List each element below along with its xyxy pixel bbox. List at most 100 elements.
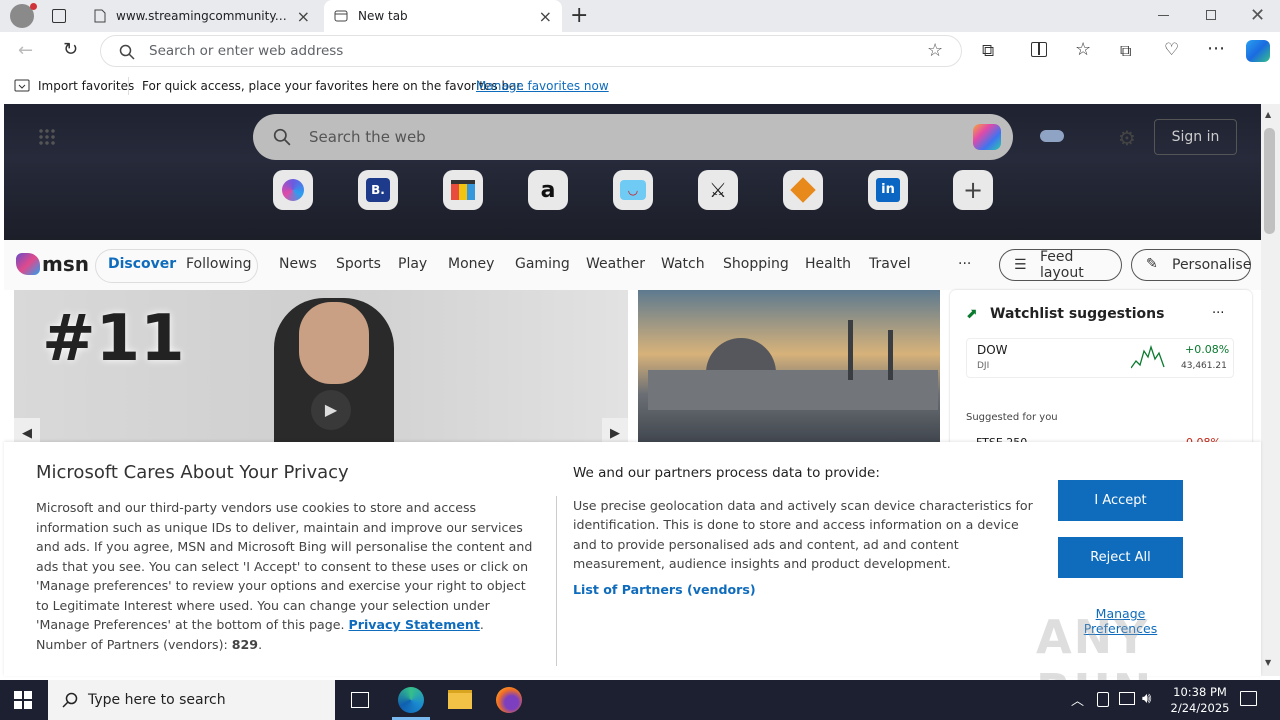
settings-more-icon[interactable]: ⋯: [1207, 38, 1225, 59]
nav-money[interactable]: Money: [448, 256, 494, 272]
quick-link-shopping[interactable]: [443, 170, 483, 210]
profile-avatar[interactable]: [10, 3, 37, 28]
msn-logo-text: msn: [42, 252, 89, 276]
game-icon: [790, 177, 816, 203]
close-icon[interactable]: ×: [539, 7, 552, 26]
copilot-icon: [282, 179, 304, 201]
reject-all-button[interactable]: Reject All: [1058, 537, 1183, 578]
file-explorer-icon[interactable]: [448, 690, 472, 709]
nav-travel[interactable]: Travel: [869, 256, 911, 272]
import-favorites-button[interactable]: Import favorites: [38, 79, 134, 93]
nav-more[interactable]: ···: [958, 256, 971, 272]
page-icon: [94, 9, 106, 23]
watchlist-title: Watchlist suggestions: [990, 306, 1165, 322]
tray-chevron-icon[interactable]: ︿: [1071, 690, 1084, 709]
weather-cloud-icon[interactable]: [1040, 130, 1064, 142]
web-search-box[interactable]: Search the web: [253, 114, 1013, 160]
tab-following[interactable]: Following: [186, 256, 252, 272]
chimney-1: [848, 320, 853, 380]
news-card-image[interactable]: [638, 290, 940, 450]
nav-watch[interactable]: Watch: [661, 256, 705, 272]
firefox-icon[interactable]: [496, 687, 522, 713]
privacy-text: Microsoft and our third-party vendors us…: [36, 500, 533, 632]
collections-icon[interactable]: ⧉: [1120, 41, 1131, 61]
browser-essentials-icon[interactable]: ♡: [1164, 40, 1179, 60]
privacy-body: Microsoft and our third-party vendors us…: [36, 500, 533, 652]
divider: [556, 496, 557, 666]
feed-layout-button[interactable]: ☰ Feed layout: [999, 249, 1122, 281]
search-icon: [273, 128, 291, 146]
personalise-button[interactable]: ✎ Personalise: [1131, 249, 1251, 281]
apps-grid-icon[interactable]: [38, 128, 56, 146]
manage-favorites-link[interactable]: Manage favorites now: [476, 79, 609, 93]
quick-link-booking[interactable]: B.: [358, 170, 398, 210]
refresh-icon[interactable]: ↻: [63, 39, 78, 60]
start-windows-icon[interactable]: [14, 691, 32, 709]
favorite-star-icon[interactable]: ☆: [927, 40, 943, 61]
quick-link-forge-of-empires[interactable]: ⚔: [698, 170, 738, 210]
watchlist-more-icon[interactable]: ···: [1212, 306, 1224, 321]
minimize-button[interactable]: [1158, 15, 1169, 16]
address-placeholder: Search or enter web address: [149, 43, 344, 59]
privacy-statement-link[interactable]: Privacy Statement: [349, 617, 480, 632]
quick-link-copilot[interactable]: [273, 170, 313, 210]
watchlist-card: ⬈ Watchlist suggestions ··· DOW DJI +0.0…: [950, 290, 1252, 450]
back-icon[interactable]: ←: [18, 40, 33, 61]
tray-device-icon[interactable]: [1097, 692, 1109, 707]
tab-new-tab[interactable]: New tab ×: [324, 0, 562, 32]
sign-in-button[interactable]: Sign in: [1154, 119, 1237, 155]
quick-link-game[interactable]: [783, 170, 823, 210]
favorites-icon[interactable]: ☆: [1075, 39, 1091, 60]
address-bar[interactable]: Search or enter web address ☆: [100, 35, 962, 67]
tui-icon: ◡: [620, 180, 646, 200]
msn-logo[interactable]: msn: [16, 252, 89, 276]
video-card[interactable]: #11 ▶ ◀ ▶: [14, 290, 628, 450]
system-clock[interactable]: 10:38 PM 2/24/2025: [1160, 684, 1240, 716]
play-icon[interactable]: ▶: [311, 390, 351, 430]
nav-health[interactable]: Health: [805, 256, 851, 272]
scrollbar-thumb[interactable]: [1264, 128, 1275, 234]
purposes-heading: We and our partners process data to prov…: [573, 465, 880, 481]
notifications-icon[interactable]: [1240, 691, 1257, 706]
chimney-2: [888, 330, 893, 380]
nav-news[interactable]: News: [279, 256, 317, 272]
scroll-up-icon[interactable]: ▲: [1265, 110, 1271, 119]
accept-button[interactable]: I Accept: [1058, 480, 1183, 521]
nav-shopping[interactable]: Shopping: [723, 256, 789, 272]
nav-weather[interactable]: Weather: [586, 256, 645, 272]
quick-link-amazon[interactable]: a: [528, 170, 568, 210]
booking-icon: B.: [366, 178, 390, 202]
tab-streamingcommunity[interactable]: www.streamingcommunity.futbol ×: [84, 0, 320, 32]
nav-gaming[interactable]: Gaming: [515, 256, 570, 272]
close-window-button[interactable]: ✕: [1250, 5, 1265, 26]
privacy-title: Microsoft Cares About Your Privacy: [36, 462, 349, 483]
copilot-icon[interactable]: [973, 124, 1001, 150]
network-icon[interactable]: [1119, 692, 1135, 705]
split-screen-icon[interactable]: [1031, 42, 1047, 57]
power-station-building: [648, 370, 938, 410]
nav-play[interactable]: Play: [398, 256, 427, 272]
page-scrollbar[interactable]: ▲ ▼: [1261, 104, 1280, 676]
nav-sports[interactable]: Sports: [336, 256, 381, 272]
volume-icon[interactable]: 🔊︎: [1142, 689, 1151, 707]
copilot-icon[interactable]: [1246, 40, 1270, 62]
extensions-icon[interactable]: ⧉: [982, 41, 994, 61]
task-view-icon[interactable]: [351, 692, 369, 708]
tab-discover[interactable]: Discover: [108, 256, 176, 272]
taskbar-search[interactable]: Type here to search: [48, 680, 335, 720]
partners-list-link[interactable]: List of Partners (vendors): [573, 580, 1035, 600]
new-tab-button[interactable]: +: [570, 3, 588, 28]
watchlist-item-dow[interactable]: DOW DJI +0.08% 43,461.21: [966, 338, 1234, 378]
settings-gear-icon[interactable]: ⚙: [1118, 126, 1136, 150]
quick-link-tui[interactable]: ◡: [613, 170, 653, 210]
quick-link-add[interactable]: +: [953, 170, 993, 210]
edge-icon[interactable]: [398, 687, 424, 713]
search-icon: [119, 44, 135, 60]
clock-time: 10:38 PM: [1173, 685, 1227, 699]
tab-actions-icon[interactable]: [52, 9, 66, 23]
quick-link-linkedin[interactable]: in: [868, 170, 908, 210]
episode-number-text: #11: [42, 302, 185, 376]
windows-taskbar: Type here to search ︿ 🔊︎ 10:38 PM 2/24/2…: [0, 680, 1280, 720]
restore-button[interactable]: [1206, 10, 1216, 20]
close-icon[interactable]: ×: [297, 7, 310, 26]
